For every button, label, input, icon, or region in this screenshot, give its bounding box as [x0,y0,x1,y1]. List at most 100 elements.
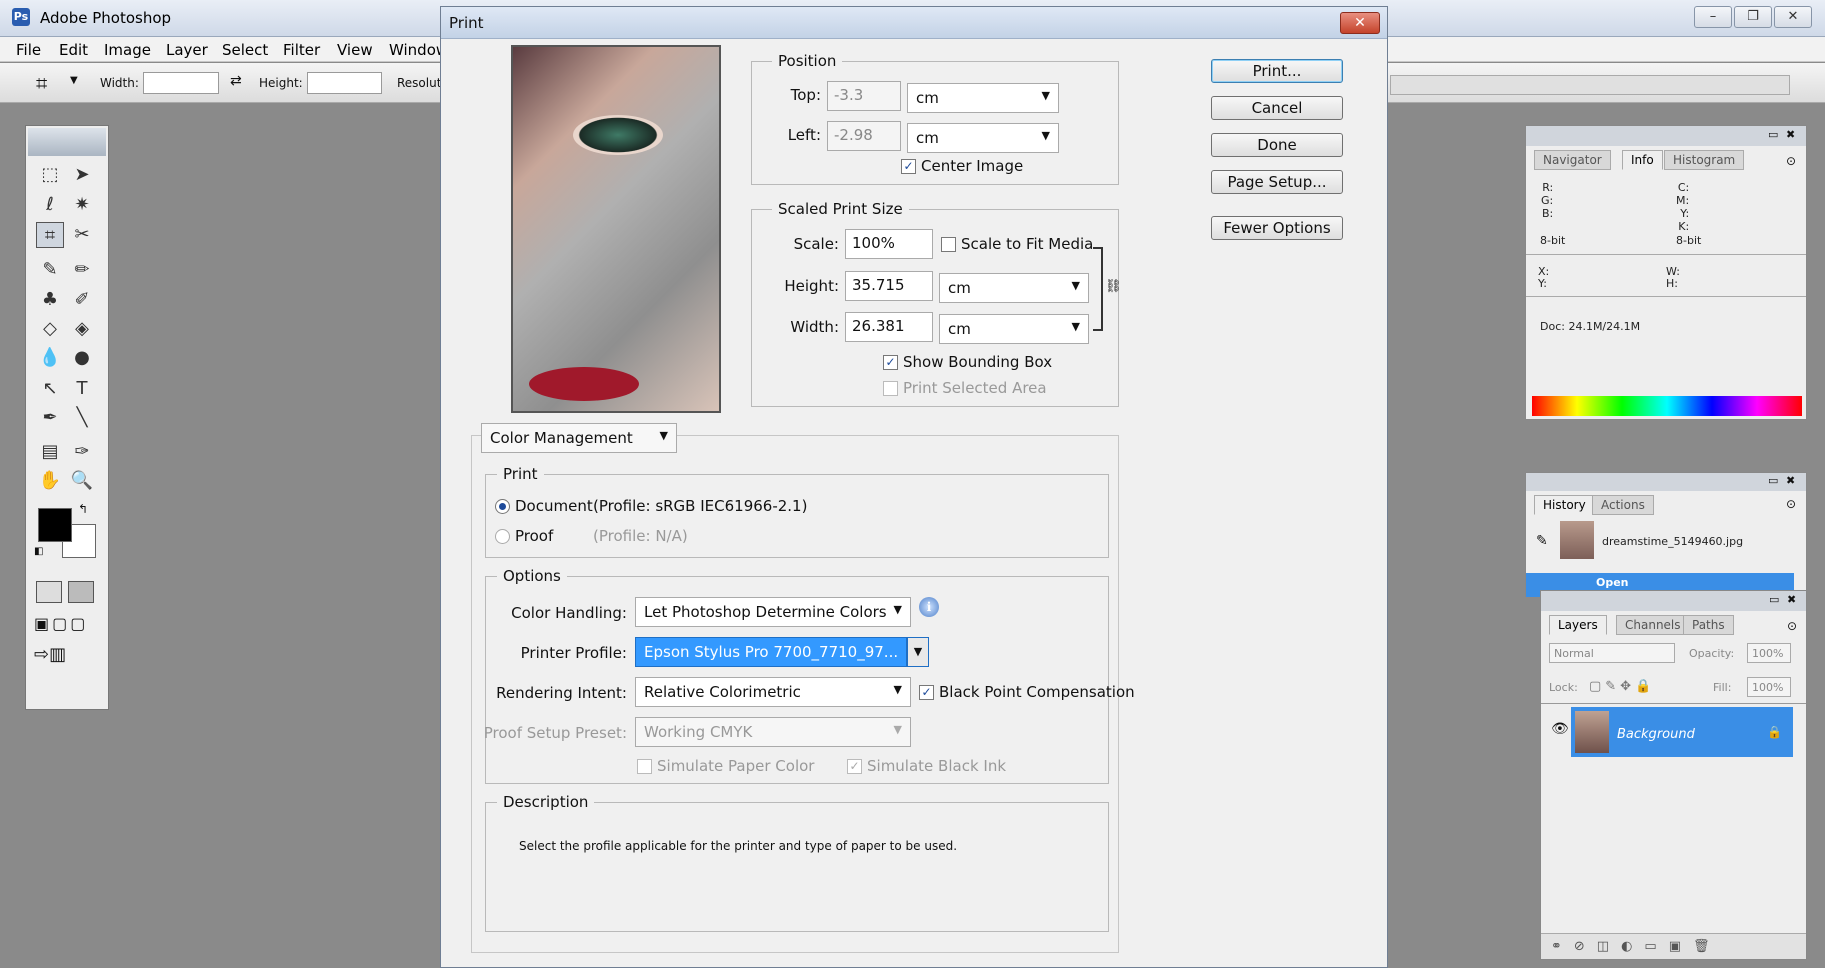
standard-mode-icon[interactable] [36,581,62,603]
color-handling-select[interactable]: Let Photoshop Determine Colors ▼ [635,597,911,627]
menu-image[interactable]: Image [104,41,151,59]
tab-paths[interactable]: Paths [1683,615,1734,635]
minimize-button[interactable]: – [1694,6,1732,28]
cancel-button[interactable]: Cancel [1211,96,1343,120]
left-unit-select[interactable]: cm ▼ [907,123,1059,153]
layer-footer-icons[interactable]: ⚭⊘◫◐▭▣🗑 [1551,939,1721,954]
panel-close-icon[interactable]: ✖ [1786,128,1795,141]
fewer-options-button[interactable]: Fewer Options [1211,216,1343,240]
maximize-button[interactable]: ❐ [1734,6,1772,28]
pen-tool-icon[interactable]: ✒ [36,405,64,431]
width-input[interactable]: 26.381 [845,312,933,342]
foreground-color-swatch[interactable] [38,508,72,542]
height-unit-select[interactable]: cm ▼ [939,273,1089,303]
left-input[interactable]: -2.98 [827,121,901,151]
scale-to-fit-checkbox[interactable] [941,237,956,252]
tab-channels[interactable]: Channels [1616,615,1690,635]
screen-mode-icons[interactable]: ▣▢▢ [34,614,88,633]
width-unit-select[interactable]: cm ▼ [939,314,1089,344]
menu-select[interactable]: Select [222,41,268,59]
zoom-tool-icon[interactable]: 🔍 [68,468,96,494]
dodge-tool-icon[interactable]: ● [68,345,96,371]
simulate-ink-checkbox[interactable]: ✓ [847,759,862,774]
swap-colors-icon[interactable]: ↰ [78,502,88,516]
brush-tool-icon[interactable]: ✏ [68,257,96,283]
chain-link-icon[interactable]: ⛓ [1105,279,1122,294]
history-menu-icon[interactable]: ⊙ [1786,497,1796,511]
paint-bucket-tool-icon[interactable]: ◈ [68,316,96,342]
type-tool-icon[interactable]: T [68,376,96,402]
blend-mode-select[interactable]: Normal [1549,643,1675,663]
magic-wand-tool-icon[interactable]: ✷ [68,192,96,218]
scale-input[interactable]: 100% [845,229,933,259]
crop-tool-icon[interactable]: ⌗ [36,71,47,95]
tab-layers[interactable]: Layers [1549,615,1607,635]
layers-menu-icon[interactable]: ⊙ [1787,619,1797,633]
eraser-tool-icon[interactable]: ◇ [36,316,64,342]
tool-preset-dropdown-icon[interactable]: ▼ [70,75,78,86]
show-bounding-box-checkbox[interactable]: ✓ [883,355,898,370]
history-snapshot-name[interactable]: dreamstime_5149460.jpg [1602,535,1743,548]
layers-close-icon[interactable]: ✖ [1787,593,1796,606]
color-ramp[interactable] [1532,396,1802,416]
blur-tool-icon[interactable]: 💧 [36,345,64,371]
menu-file[interactable]: File [16,41,41,59]
printer-profile-select[interactable]: Epson Stylus Pro 7700_7710_97... [635,637,907,667]
rendering-intent-select[interactable]: Relative Colorimetric ▼ [635,677,911,707]
layers-minimize-icon[interactable]: ▭ [1769,593,1779,606]
print-button[interactable]: Print... [1211,59,1343,83]
dialog-close-button[interactable]: ✕ [1340,12,1380,34]
close-window-button[interactable]: ✕ [1774,6,1812,28]
width-input[interactable] [143,72,219,94]
lock-icons[interactable]: ▢✎✥🔒 [1589,679,1655,694]
proof-radio[interactable] [495,529,510,544]
history-minimize-icon[interactable]: ▭ [1768,474,1778,487]
line-tool-icon[interactable]: ╲ [68,405,96,431]
menu-layer[interactable]: Layer [166,41,208,59]
tab-actions[interactable]: Actions [1592,495,1654,515]
proof-setup-select[interactable]: Working CMYK ▼ [635,717,911,747]
jump-to-imageready-icon[interactable]: ⇨▥ [34,644,66,665]
lasso-tool-icon[interactable]: ℓ [36,192,64,218]
height-input[interactable] [307,72,382,94]
output-section-select[interactable]: Color Management ▼ [481,423,677,453]
tab-history[interactable]: History [1534,495,1595,515]
history-close-icon[interactable]: ✖ [1786,474,1795,487]
center-image-checkbox[interactable]: ✓ [901,159,916,174]
menu-view[interactable]: View [337,41,373,59]
page-setup-button[interactable]: Page Setup... [1211,170,1343,194]
menu-filter[interactable]: Filter [283,41,320,59]
black-point-checkbox[interactable]: ✓ [919,685,934,700]
tab-navigator[interactable]: Navigator [1534,150,1611,170]
slice-tool-icon[interactable]: ✂ [68,222,96,248]
layer-name[interactable]: Background [1617,727,1695,742]
top-input[interactable]: -3.3 [827,81,901,111]
document-radio[interactable] [495,499,510,514]
swap-dimensions-icon[interactable]: ⇄ [230,73,242,89]
marquee-tool-icon[interactable]: ⬚ [36,162,64,188]
history-brush-tool-icon[interactable]: ✐ [68,287,96,313]
tab-info[interactable]: Info [1622,150,1663,170]
fill-input[interactable]: 100% [1747,677,1791,697]
height-input[interactable]: 35.715 [845,271,933,301]
default-colors-icon[interactable]: ◧ [34,546,43,557]
clone-stamp-tool-icon[interactable]: ♣ [36,287,64,313]
history-brush-source-icon[interactable]: ✎ [1536,533,1548,549]
eyedropper-tool-icon[interactable]: ✑ [68,439,96,465]
healing-brush-tool-icon[interactable]: ✎ [36,257,64,283]
path-selection-tool-icon[interactable]: ↖ [36,376,64,402]
notes-tool-icon[interactable]: ▤ [36,439,64,465]
panel-minimize-icon[interactable]: ▭ [1768,128,1778,141]
simulate-paper-checkbox[interactable] [637,759,652,774]
panel-menu-icon[interactable]: ⊙ [1786,154,1796,168]
done-button[interactable]: Done [1211,133,1343,157]
info-icon[interactable]: i [919,597,939,617]
opacity-input[interactable]: 100% [1747,643,1791,663]
history-state-label[interactable]: Open [1596,576,1629,589]
layer-visibility-eye-icon[interactable]: 👁 [1551,721,1569,737]
quick-mask-mode-icon[interactable] [68,581,94,603]
menu-edit[interactable]: Edit [59,41,88,59]
crop-tool-button-icon[interactable]: ⌗ [36,222,64,248]
hand-tool-icon[interactable]: ✋ [36,468,64,494]
printer-profile-chevron-down-icon[interactable]: ▼ [907,637,929,667]
